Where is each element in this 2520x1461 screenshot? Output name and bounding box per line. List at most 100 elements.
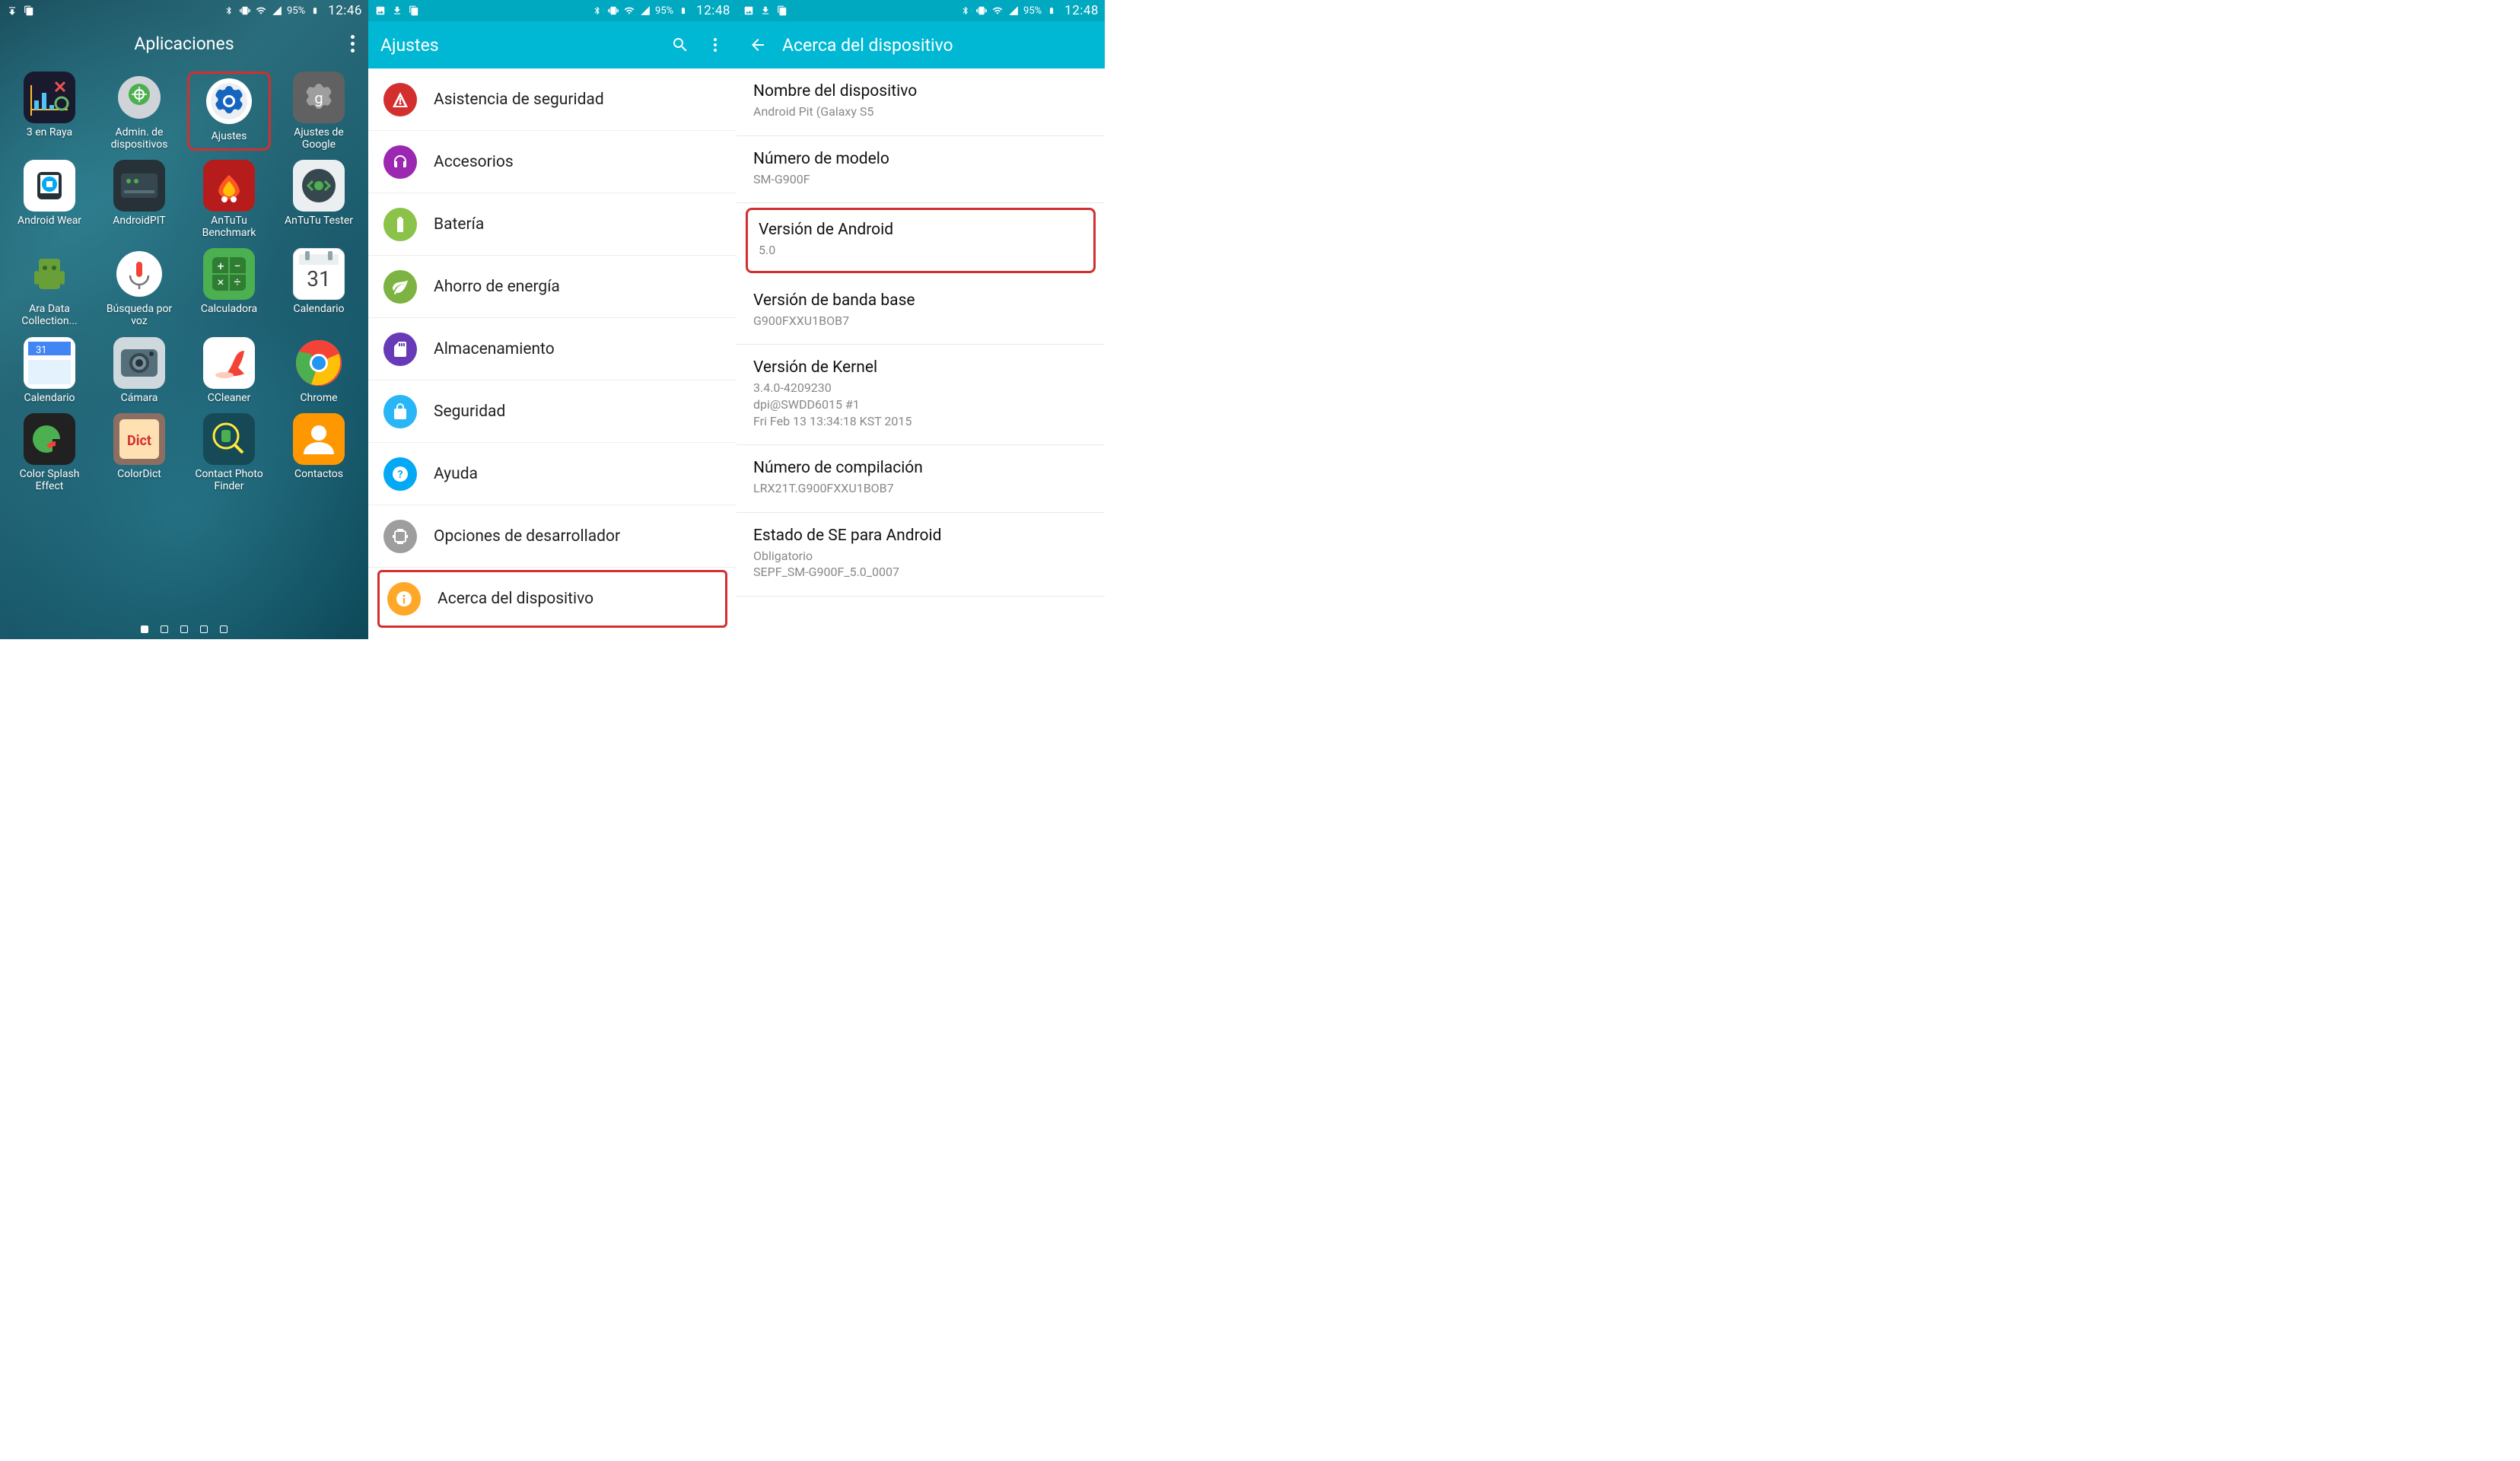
toolbar-title: Acerca del dispositivo (782, 35, 1093, 56)
info-title: Estado de SE para Android (753, 527, 1088, 545)
app-label: 3 en Raya (27, 126, 72, 138)
back-button[interactable] (749, 36, 767, 54)
toolbar-title: Ajustes (380, 35, 654, 56)
about-item-4[interactable]: Versión de Kernel 3.4.0-4209230dpi@SWDD6… (737, 345, 1105, 445)
app-2[interactable]: Ajustes (187, 72, 271, 151)
app-12[interactable]: 31 Calendario (8, 337, 91, 404)
info-title: Versión de banda base (753, 291, 1088, 310)
settings-row-4[interactable]: Almacenamiento (368, 318, 737, 380)
app-9[interactable]: Búsqueda por voz (97, 248, 181, 327)
svg-text:−: − (234, 259, 240, 273)
app-label: Calendario (294, 303, 345, 315)
app-17[interactable]: Dict ColorDict (97, 413, 181, 492)
row-label: Opciones de desarrollador (434, 527, 620, 546)
app-label: Cámara (121, 392, 158, 404)
settings-row-7[interactable]: Opciones de desarrollador (368, 505, 737, 568)
app-15[interactable]: Chrome (277, 337, 361, 404)
clock: 12:48 (696, 3, 730, 18)
bluetooth-icon (959, 5, 972, 17)
gallery-icon (743, 5, 755, 17)
app-5[interactable]: AndroidPIT (97, 160, 181, 239)
app-11[interactable]: 31 Calendario (277, 248, 361, 327)
app-icon (113, 72, 165, 123)
vibrate-icon (239, 5, 251, 17)
clock: 12:48 (1064, 3, 1099, 18)
headset-icon (383, 145, 417, 179)
app-label: CCleaner (208, 392, 251, 404)
signal-icon (271, 5, 283, 17)
info-value: 3.4.0-4209230dpi@SWDD6015 #1Fri Feb 13 1… (753, 380, 1088, 429)
app-label: AndroidPIT (113, 215, 165, 227)
document-icon (23, 5, 35, 17)
app-icon (113, 248, 165, 300)
settings-row-0[interactable]: Asistencia de seguridad (368, 68, 737, 131)
vibrate-icon (975, 5, 988, 17)
leaf-icon (383, 270, 417, 304)
status-bar: 95% 12:48 (368, 0, 737, 21)
page-indicator[interactable] (0, 625, 368, 633)
about-item-0[interactable]: Nombre del dispositivo Android Pit (Gala… (737, 68, 1105, 136)
info-value: Android Pit (Galaxy S5 (753, 103, 1088, 120)
app-icon: Dict (113, 413, 165, 465)
info-value: 5.0 (759, 242, 1083, 259)
app-label: Chrome (300, 392, 337, 404)
wifi-icon (623, 5, 635, 17)
app-icon: +−×÷ (203, 248, 255, 300)
info-icon (387, 582, 421, 616)
app-icon (24, 413, 75, 465)
menu-button[interactable] (706, 36, 724, 54)
app-10[interactable]: +−×÷ Calculadora (187, 248, 271, 327)
app-1[interactable]: Admin. de dispositivos (97, 72, 181, 151)
about-list: Nombre del dispositivo Android Pit (Gala… (737, 68, 1105, 597)
settings-row-3[interactable]: Ahorro de energía (368, 256, 737, 318)
app-18[interactable]: Contact Photo Finder (187, 413, 271, 492)
battery-icon (309, 5, 321, 17)
app-icon (113, 337, 165, 389)
about-item-1[interactable]: Número de modelo SM-G900F (737, 136, 1105, 204)
status-bar: 95% 12:48 (737, 0, 1105, 21)
row-label: Seguridad (434, 403, 505, 421)
app-icon (203, 337, 255, 389)
battery-percent: 95% (287, 5, 305, 17)
app-19[interactable]: Contactos (277, 413, 361, 492)
menu-button[interactable] (351, 35, 355, 53)
battery-icon (1045, 5, 1058, 17)
app-label: Contact Photo Finder (187, 468, 271, 492)
app-4[interactable]: Android Wear (8, 160, 91, 239)
settings-row-1[interactable]: Accesorios (368, 131, 737, 193)
about-item-5[interactable]: Número de compilación LRX21T.G900FXXU1BO… (737, 445, 1105, 513)
app-8[interactable]: Ara Data Collection... (8, 248, 91, 327)
app-icon (113, 160, 165, 212)
info-title: Número de modelo (753, 150, 1088, 168)
app-0[interactable]: 3 en Raya (8, 72, 91, 151)
settings-list: Asistencia de seguridad Accesorios Bater… (368, 68, 737, 630)
app-16[interactable]: Color Splash Effect (8, 413, 91, 492)
app-icon (293, 337, 345, 389)
settings-row-8[interactable]: Acerca del dispositivo (377, 570, 727, 628)
app-label: AnTuTu Benchmark (187, 215, 271, 239)
about-item-3[interactable]: Versión de banda base G900FXXU1BOB7 (737, 278, 1105, 345)
bluetooth-icon (223, 5, 235, 17)
wifi-icon (255, 5, 267, 17)
settings-row-2[interactable]: Batería (368, 193, 737, 256)
app-6[interactable]: AnTuTu Benchmark (187, 160, 271, 239)
battery-icon (677, 5, 689, 17)
about-item-2[interactable]: Versión de Android 5.0 (746, 208, 1096, 273)
about-item-6[interactable]: Estado de SE para Android ObligatorioSEP… (737, 513, 1105, 597)
about-toolbar: Acerca del dispositivo (737, 21, 1105, 68)
status-bar: 95% 12:46 (0, 0, 368, 21)
search-button[interactable] (671, 36, 689, 54)
row-label: Ahorro de energía (434, 278, 560, 296)
app-icon (24, 248, 75, 300)
wifi-icon (991, 5, 1004, 17)
settings-row-5[interactable]: Seguridad (368, 380, 737, 443)
app-14[interactable]: CCleaner (187, 337, 271, 404)
svg-text:×: × (218, 275, 224, 289)
apps-header: Aplicaciones (0, 21, 368, 65)
settings-row-6[interactable]: ? Ayuda (368, 443, 737, 505)
app-3[interactable]: g Ajustes de Google (277, 72, 361, 151)
app-13[interactable]: Cámara (97, 337, 181, 404)
svg-text:g: g (314, 89, 323, 107)
svg-text:31: 31 (36, 345, 47, 356)
app-7[interactable]: AnTuTu Tester (277, 160, 361, 239)
